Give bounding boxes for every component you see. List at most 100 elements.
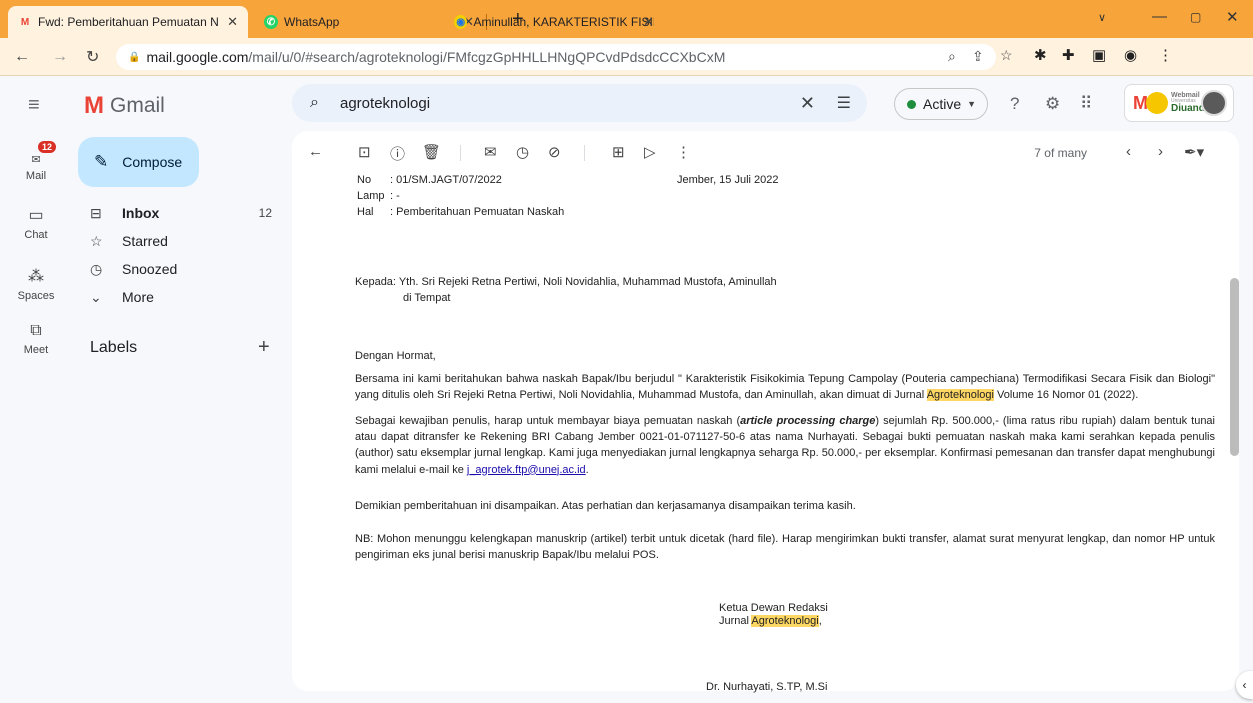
highlighted-term: Agroteknologi xyxy=(926,389,994,402)
chat-icon: ▭ xyxy=(28,207,44,224)
search-bar[interactable]: ⌕ agroteknologi ✕ ☰ xyxy=(292,84,867,122)
letter-paragraph-4: NB: Mohon menunggu kelengkapan manuskrip… xyxy=(355,533,1215,562)
letter-lamp-label: Lamp xyxy=(357,190,385,202)
move-to-icon[interactable]: ⊞ xyxy=(612,143,625,161)
sidepanel-icon[interactable]: ▣ xyxy=(1092,46,1106,64)
back-to-list-icon[interactable]: ← xyxy=(308,143,323,160)
restore-icon[interactable]: ▢ xyxy=(1190,10,1201,24)
prev-icon[interactable]: ‹ xyxy=(1126,143,1131,160)
add-label-icon[interactable]: + xyxy=(258,336,270,359)
rail-label: Chat xyxy=(24,229,48,241)
new-tab-icon[interactable]: + xyxy=(512,8,524,31)
snooze-icon[interactable]: ◷ xyxy=(516,143,529,161)
next-icon[interactable]: › xyxy=(1158,143,1163,160)
apps-grid-icon[interactable]: ⠿ xyxy=(1080,94,1092,114)
url-path: /mail/u/0/#search/agroteknologi/FMfcgzGp… xyxy=(248,49,726,65)
compose-label: Compose xyxy=(122,154,183,170)
tab-third-drawn[interactable]: ◉ Aminullah, KARAKTERISTIK FISIK ✕ xyxy=(444,6,664,38)
gmail-favicon-icon: M xyxy=(20,16,30,28)
highlighted-term: Agroteknologi xyxy=(751,615,819,627)
journal-prefix: Jurnal xyxy=(719,615,752,627)
more-actions-icon[interactable]: ⋮ xyxy=(676,143,691,161)
rail-chat[interactable]: ▭ Chat xyxy=(0,205,72,241)
search-options-icon[interactable]: ☰ xyxy=(837,93,851,113)
rail-spaces[interactable]: ⁂ Spaces xyxy=(0,266,72,302)
mail-icon: ✉ 12 xyxy=(20,141,57,170)
whatsapp-favicon-icon: ✆ xyxy=(264,15,278,29)
url-bar[interactable]: 🔒 mail.google.com /mail/u/0/#search/agro… xyxy=(116,44,996,70)
status-selector[interactable]: Active ▼ xyxy=(894,88,988,120)
input-tools-icon[interactable]: ✒▾ xyxy=(1184,143,1204,161)
account-switcher[interactable]: M Webmail Universitas Diuanda xyxy=(1124,84,1234,122)
rail-label: Spaces xyxy=(17,290,55,302)
menu-dots-icon[interactable]: ⋮ xyxy=(1158,46,1173,64)
gmail-m-icon: M xyxy=(84,92,104,119)
profile-icon[interactable]: ◉ xyxy=(1124,46,1137,64)
chevron-down-icon: ⌄ xyxy=(90,288,102,305)
meet-icon: ⧉ xyxy=(30,322,42,339)
letter-paragraph-1: Bersama ini kami beritahukan bahwa naska… xyxy=(355,371,1215,403)
message-toolbar: ← ⊡ ⓘ 🗑 ✉ ◷ ⊘ ⊞ ▷ ⋮ 7 of many ‹ › ✒▾ xyxy=(292,131,1239,171)
settings-gear-icon[interactable]: ⚙ xyxy=(1045,94,1060,114)
letter-paragraph-2: Sebagai kewajiban penulis, harap untuk m… xyxy=(355,413,1215,478)
letter-paragraph-3: Demikian pemberitahuan ini disampaikan. … xyxy=(355,500,856,512)
sidebar-item-label: Inbox xyxy=(122,205,160,221)
gmail-logo[interactable]: M Gmail xyxy=(84,92,165,120)
clear-search-icon[interactable]: ✕ xyxy=(800,93,815,114)
chevron-down-icon: ▼ xyxy=(967,99,977,109)
back-icon[interactable]: ← xyxy=(14,48,30,66)
sidebar-item-label: Snoozed xyxy=(122,261,178,277)
mail-badge: 12 xyxy=(38,141,57,153)
pencil-icon: ✎ xyxy=(94,152,109,171)
email-link[interactable]: j_agrotek.ftp@unej.ac.id xyxy=(467,464,586,476)
compose-button[interactable]: ✎ Compose xyxy=(78,137,199,187)
paragraph-text: Volume 16 Nomor 01 (2022). xyxy=(993,389,1139,402)
letter-recipients: Kepada: Yth. Sri Rejeki Retna Pertiwi, N… xyxy=(355,276,777,288)
sidebar-item-snoozed[interactable]: ◷ Snoozed xyxy=(80,255,280,283)
close-icon[interactable]: ✕ xyxy=(227,14,238,30)
share-icon[interactable]: ⇪ xyxy=(972,48,984,65)
letter-no-value: : 01/SM.JAGT/07/2022 xyxy=(390,174,502,186)
university-logo-icon xyxy=(1146,92,1168,114)
minimize-icon[interactable]: — xyxy=(1152,8,1167,25)
archive-icon[interactable]: ⊡ xyxy=(358,143,371,161)
letter-hal-value: : Pemberitahuan Pemuatan Naskah xyxy=(390,206,565,218)
tab-title: Fwd: Pemberitahuan Pemuatan N xyxy=(38,15,219,29)
status-dot xyxy=(907,99,916,109)
signature-name: Dr. Nurhayati, S.TP, M.Si xyxy=(706,681,828,693)
forward-icon[interactable]: → xyxy=(52,48,68,66)
clock-icon: ◷ xyxy=(90,260,103,277)
sidebar-item-starred[interactable]: ☆ Starred xyxy=(80,227,280,255)
help-icon[interactable]: ? xyxy=(1010,94,1019,114)
main-menu-icon[interactable]: ≡ xyxy=(28,94,40,117)
bookmark-star-icon[interactable]: ☆ xyxy=(1000,47,1013,64)
side-panel-toggle-icon[interactable]: ‹ xyxy=(1236,671,1253,699)
mark-unread-icon[interactable]: ✉ xyxy=(484,143,497,161)
rail-meet[interactable]: ⧉ Meet xyxy=(0,322,72,356)
close-window-icon[interactable]: ✕ xyxy=(1226,8,1239,26)
sidebar-item-more[interactable]: ⌄ More xyxy=(80,283,280,311)
search-input[interactable]: agroteknologi xyxy=(340,95,430,112)
search-icon[interactable]: ⌕ xyxy=(310,94,319,112)
add-task-icon[interactable]: ⊘ xyxy=(548,143,561,161)
tab-search-icon[interactable]: ∨ xyxy=(1098,11,1106,24)
extension-icon[interactable]: ✱ xyxy=(1034,46,1047,64)
tab-gmail[interactable]: M Fwd: Pemberitahuan Pemuatan N ✕ xyxy=(8,6,248,38)
scrollbar-thumb[interactable] xyxy=(1230,278,1239,456)
avatar[interactable] xyxy=(1201,90,1227,116)
letter-lamp-value: : - xyxy=(390,190,400,202)
letter-no-label: No xyxy=(357,174,372,186)
puzzle-icon[interactable]: ✚ xyxy=(1062,46,1075,64)
zoom-icon[interactable]: ⌕ xyxy=(948,48,956,65)
rail-mail[interactable]: ✉ 12 Mail xyxy=(0,141,72,182)
report-spam-icon[interactable]: ⓘ xyxy=(390,143,405,164)
letter-hal-label: Hal xyxy=(357,206,374,218)
reload-icon[interactable]: ↻ xyxy=(86,47,99,67)
tab-title: Aminullah, KARAKTERISTIK FISIK xyxy=(473,15,654,29)
sidebar-item-inbox[interactable]: ⊟ Inbox 12 xyxy=(80,199,280,227)
close-icon[interactable]: ✕ xyxy=(643,14,654,30)
label-icon[interactable]: ▷ xyxy=(644,143,656,161)
delete-icon[interactable]: 🗑 xyxy=(422,143,441,161)
gmail-wordmark: Gmail xyxy=(110,94,165,117)
toolbar-divider xyxy=(460,145,461,161)
